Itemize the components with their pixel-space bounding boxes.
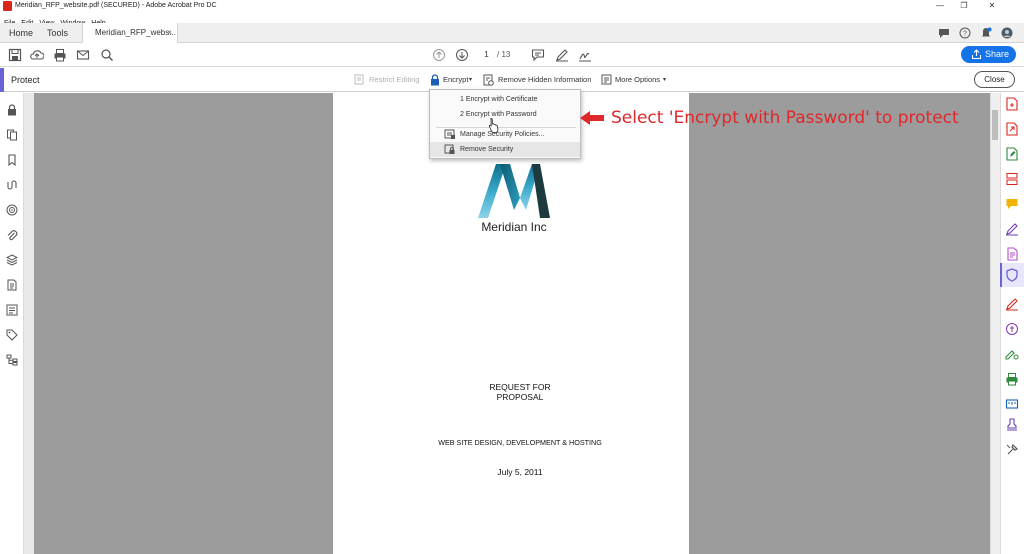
title-bar: Meridian_RFP_website.pdf (SECURED) - Ado…: [0, 0, 1024, 12]
comment-tool-pane-icon[interactable]: [1005, 197, 1019, 211]
restrict-editing-button[interactable]: Restrict Editing: [354, 68, 424, 92]
document-subtitle: WEB SITE DESIGN, DEVELOPMENT & HOSTING: [438, 438, 602, 447]
company-name: Meridian Inc: [481, 220, 547, 234]
annotation-arrow-icon: [580, 111, 604, 125]
previous-page-icon[interactable]: [432, 48, 446, 62]
tab-document-label: Meridian_RFP_webs...: [95, 28, 176, 37]
bookmark-icon[interactable]: [6, 154, 18, 166]
share-button[interactable]: Share: [961, 46, 1016, 63]
document-date: July 5, 2011: [497, 467, 543, 477]
encrypt-with-certificate-item[interactable]: 1 Encrypt with Certificate: [430, 92, 580, 107]
create-pdf-icon[interactable]: [1005, 97, 1019, 111]
stamp-icon[interactable]: [1005, 418, 1019, 432]
more-tools-icon[interactable]: [1005, 443, 1019, 457]
layers-icon[interactable]: [6, 254, 18, 266]
tag-icon[interactable]: [6, 329, 18, 341]
pen-icon[interactable]: [555, 48, 569, 62]
tab-home[interactable]: Home: [9, 23, 33, 43]
vertical-scrollbar[interactable]: [990, 93, 1000, 554]
email-icon[interactable]: [76, 48, 90, 62]
page-number-input[interactable]: 1: [479, 48, 494, 62]
order-pages-icon[interactable]: [6, 304, 18, 316]
manage-security-policies-item[interactable]: Manage Security Policies...: [430, 127, 580, 142]
send-for-review-icon[interactable]: [1005, 347, 1019, 361]
protect-title: Protect: [11, 75, 40, 85]
page-thumbnails-icon[interactable]: [6, 129, 18, 141]
share-label: Share: [985, 49, 1010, 59]
request-signature-icon[interactable]: [1005, 297, 1019, 311]
organize-pages-icon[interactable]: [1005, 172, 1019, 186]
fill-sign-icon[interactable]: [1005, 222, 1019, 236]
remove-security-item[interactable]: Remove Security: [430, 142, 580, 157]
export-pdf-icon[interactable]: [1005, 122, 1019, 136]
acrobat-window: Meridian_RFP_website.pdf (SECURED) - Ado…: [0, 0, 1024, 554]
sign-icon[interactable]: [578, 48, 592, 62]
print-production-icon[interactable]: [1005, 372, 1019, 386]
more-options-label: More Options: [615, 75, 661, 84]
close-window-button[interactable]: ✕: [980, 0, 1004, 12]
upload-cloud-icon[interactable]: [30, 48, 44, 62]
left-pane-gutter: [24, 93, 34, 554]
save-icon[interactable]: [8, 48, 22, 62]
scrollbar-thumb[interactable]: [992, 110, 998, 140]
protect-accent-bar: [0, 68, 4, 92]
hand-cursor-icon: [488, 118, 499, 133]
tab-bar: Home Tools Meridian_RFP_webs... × ?: [0, 23, 1024, 44]
remove-hidden-info-icon: [483, 74, 494, 86]
tab-close-icon[interactable]: ×: [167, 23, 172, 43]
minimize-button[interactable]: —: [928, 0, 952, 12]
close-tool-button[interactable]: Close: [974, 71, 1015, 88]
zoom-search-icon[interactable]: [100, 48, 114, 62]
content-tree-icon[interactable]: [6, 354, 18, 366]
acrobat-logo-icon: [3, 1, 12, 11]
document-page-icon[interactable]: [6, 279, 18, 291]
avatar[interactable]: [1001, 27, 1013, 39]
restrict-editing-label: Restrict Editing: [369, 75, 420, 84]
remove-security-icon: [444, 144, 455, 154]
comment-tool-icon[interactable]: [531, 48, 545, 62]
meridian-logo-icon: [478, 164, 550, 218]
maximize-button[interactable]: ❐: [952, 0, 976, 12]
comment-icon[interactable]: [938, 27, 950, 39]
target-icon[interactable]: [6, 204, 18, 216]
remove-security-label: Remove Security: [460, 146, 514, 153]
window-title: Meridian_RFP_website.pdf (SECURED) - Ado…: [15, 2, 217, 9]
page-total: / 13: [497, 50, 511, 59]
protect-shield-icon[interactable]: [1005, 268, 1019, 282]
tab-tools[interactable]: Tools: [47, 23, 68, 43]
more-options-icon: [601, 74, 612, 85]
annotation-callout: Select 'Encrypt with Password' to protec…: [611, 108, 959, 128]
prepare-form-icon[interactable]: [1005, 322, 1019, 336]
chevron-down-icon: ▾: [663, 77, 667, 83]
measure-icon[interactable]: [1005, 397, 1019, 411]
document-title-line1: REQUEST FOR: [489, 382, 551, 392]
manage-security-policies-label: Manage Security Policies...: [460, 131, 545, 138]
restrict-editing-icon: [354, 74, 364, 85]
print-icon[interactable]: [53, 48, 67, 62]
security-lock-icon[interactable]: [6, 104, 18, 116]
menu-bar: FileEditViewWindowHelp: [0, 12, 1024, 27]
lock-icon: [431, 74, 439, 86]
encrypt-with-password-item[interactable]: 2 Encrypt with Password: [430, 107, 580, 122]
tab-document[interactable]: Meridian_RFP_webs... ×: [82, 23, 178, 44]
encrypt-dropdown-menu: 1 Encrypt with Certificate 2 Encrypt wit…: [429, 89, 581, 159]
share-icon: [971, 49, 982, 60]
next-page-icon[interactable]: [455, 48, 469, 62]
notification-bell-icon[interactable]: [980, 27, 992, 39]
main-toolbar: 1 / 13 Share: [0, 43, 1024, 67]
help-icon[interactable]: ?: [959, 27, 971, 39]
combine-files-icon[interactable]: [1005, 247, 1019, 261]
attachments-paperclip-icon[interactable]: [6, 229, 18, 241]
edit-pdf-icon[interactable]: [1005, 147, 1019, 161]
svg-text:?: ?: [963, 31, 967, 38]
encrypt-with-certificate-label: 1 Encrypt with Certificate: [460, 96, 538, 103]
document-title-line2: PROPOSAL: [496, 392, 544, 402]
more-options-button[interactable]: More Options ▾: [601, 68, 671, 92]
signatures-icon[interactable]: [6, 179, 18, 191]
security-policies-icon: [444, 129, 455, 139]
left-navigation-pane: [0, 93, 24, 554]
